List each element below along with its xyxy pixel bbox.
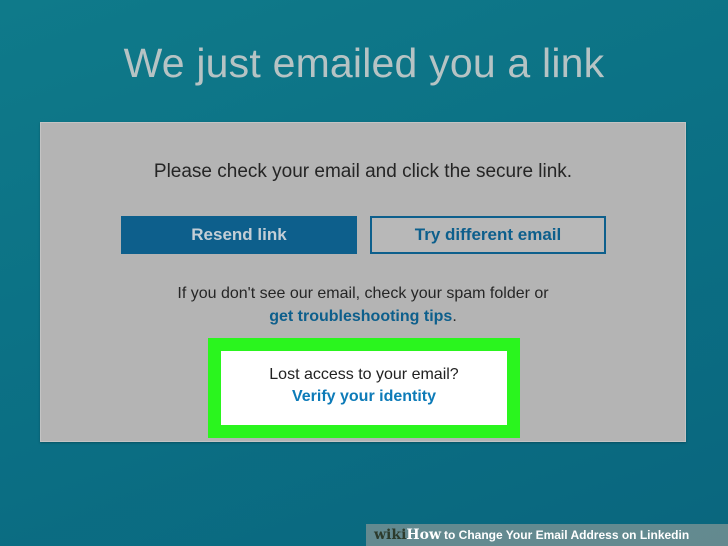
wikihow-logo-how: How (406, 527, 442, 543)
troubleshooting-tips-link[interactable]: get troubleshooting tips (269, 308, 452, 325)
wikihow-watermark-bar: wikiHow to Change Your Email Address on L… (366, 524, 728, 546)
wikihow-logo: wikiHow (374, 524, 441, 546)
wikihow-logo-wiki: wiki (374, 527, 407, 543)
verify-identity-link[interactable]: Verify your identity (221, 388, 507, 406)
lost-access-highlight-box: Lost access to your email? Verify your i… (208, 338, 520, 438)
spam-folder-text: If you don't see our email, check your s… (177, 285, 549, 302)
lost-access-text: Lost access to your email? (269, 366, 459, 383)
resend-link-button[interactable]: Resend link (121, 216, 357, 254)
instruction-text: Please check your email and click the se… (153, 161, 573, 182)
troubleshooting-line: get troubleshooting tips. (41, 308, 685, 326)
wikihow-article-title: to Change Your Email Address on Linkedin (444, 528, 690, 542)
troubleshooting-period: . (452, 308, 457, 325)
try-different-email-button[interactable]: Try different email (370, 216, 606, 254)
page-heading: We just emailed you a link (123, 40, 605, 86)
